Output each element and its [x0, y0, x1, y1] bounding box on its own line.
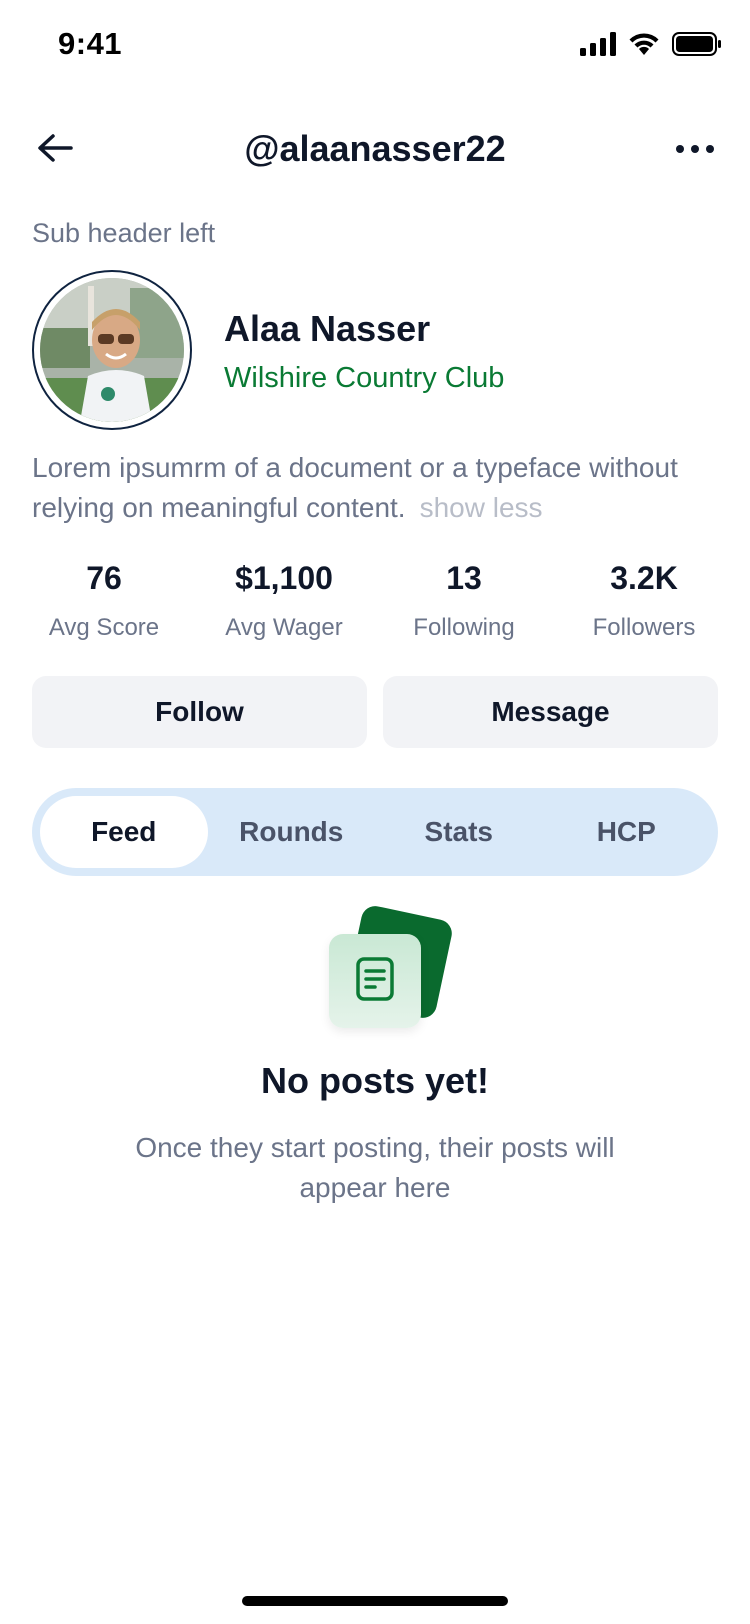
profile-actions: Follow Message: [32, 676, 718, 748]
show-less-link[interactable]: show less: [420, 492, 543, 523]
stat-avg-wager: $1,100 Avg Wager: [194, 560, 374, 642]
profile-bio: Lorem ipsumrm of a document or a typefac…: [32, 448, 722, 528]
profile-header: Alaa Nasser Wilshire Country Club: [32, 270, 722, 430]
more-horizontal-icon: [675, 141, 715, 159]
document-icon: [355, 956, 395, 1007]
page-title: @alaanasser22: [244, 128, 506, 169]
tab-hcp[interactable]: HCP: [543, 796, 711, 868]
cellular-signal-icon: [580, 32, 616, 61]
tab-bar: Feed Rounds Stats HCP: [32, 788, 718, 876]
avatar-image: [40, 278, 184, 422]
empty-state-illustration: [325, 903, 455, 1032]
message-button[interactable]: Message: [383, 676, 718, 748]
profile-club-link[interactable]: Wilshire Country Club: [224, 362, 504, 395]
follow-button[interactable]: Follow: [32, 676, 367, 748]
tab-rounds[interactable]: Rounds: [208, 796, 376, 868]
status-icons: [580, 32, 722, 61]
stat-value: 76: [86, 560, 122, 596]
wifi-icon: [628, 32, 660, 61]
tab-stats[interactable]: Stats: [375, 796, 543, 868]
stat-value: 13: [446, 560, 482, 596]
stat-following[interactable]: 13 Following: [374, 560, 554, 642]
sub-header: Sub header left: [32, 218, 216, 248]
stat-label: Avg Score: [48, 614, 160, 641]
stat-label: Following: [413, 614, 515, 641]
stat-label: Followers: [592, 614, 696, 641]
profile-name: Alaa Nasser: [224, 308, 431, 349]
stats-row: 76 Avg Score $1,100 Avg Wager 13 Followi…: [14, 560, 736, 642]
empty-state-text: Once they start posting, their posts wil…: [135, 1132, 615, 1203]
bio-text: Lorem ipsumrm of a document or a typefac…: [32, 452, 678, 523]
status-time: 9:41: [58, 26, 123, 61]
tab-feed[interactable]: Feed: [40, 796, 208, 868]
nav-bar: @alaanasser22: [0, 110, 750, 190]
stat-followers[interactable]: 3.2K Followers: [554, 560, 734, 642]
battery-icon: [672, 32, 722, 61]
home-indicator[interactable]: [242, 1596, 508, 1606]
empty-state-title: No posts yet!: [260, 1060, 490, 1101]
stat-label: Avg Wager: [225, 614, 343, 641]
stat-value: $1,100: [235, 560, 333, 596]
more-options-button[interactable]: [670, 128, 720, 172]
avatar[interactable]: [32, 270, 192, 430]
status-bar: 9:41: [0, 0, 750, 92]
stat-avg-score: 76 Avg Score: [14, 560, 194, 642]
card-front-shape: [329, 934, 421, 1028]
stat-value: 3.2K: [610, 560, 678, 596]
